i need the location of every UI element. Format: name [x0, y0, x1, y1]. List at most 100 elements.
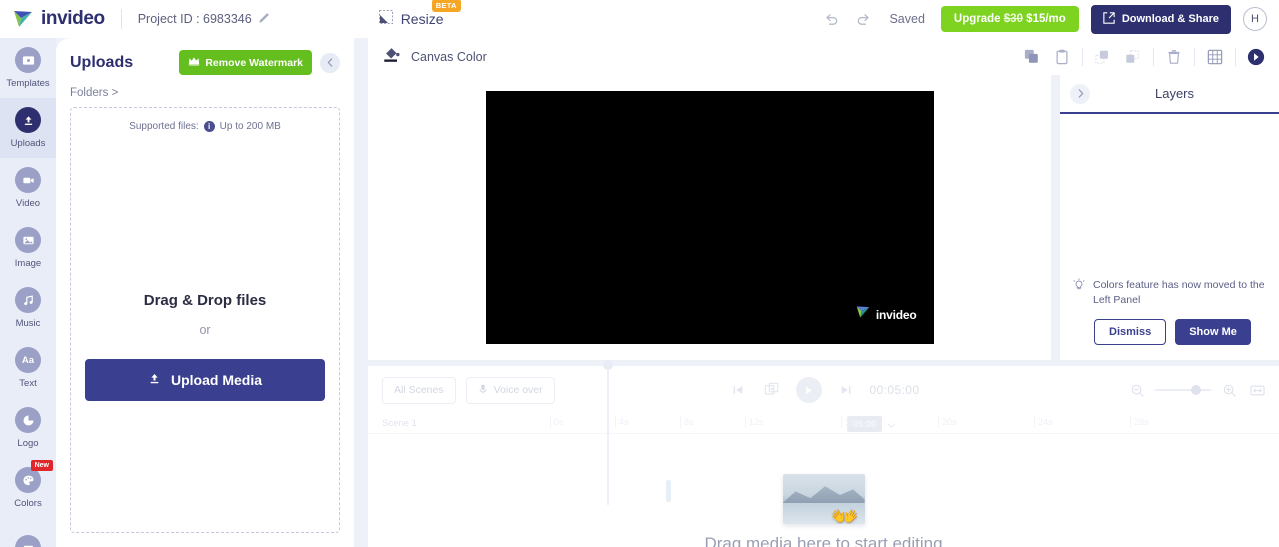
dropzone-center: Drag & Drop files or Upload Media — [71, 292, 339, 401]
canvas-color-control[interactable]: Canvas Color — [382, 44, 487, 69]
folders-label: Folders — [70, 87, 109, 99]
ruler-tick-bar — [680, 416, 681, 428]
zoom-in-icon[interactable] — [1219, 380, 1239, 400]
upload-dropzone[interactable]: Supported files: i Up to 200 MB Drag & D… — [70, 107, 340, 533]
sidebar-item-uploads[interactable]: Uploads — [0, 98, 56, 158]
layers-title: Layers — [1154, 86, 1195, 101]
chevron-right-icon: > — [111, 87, 119, 99]
brand-logo[interactable]: invideo — [12, 8, 105, 30]
sidebar-label-music: Music — [15, 318, 41, 329]
dismiss-button[interactable]: Dismiss — [1094, 319, 1167, 346]
external-link-icon — [1103, 11, 1115, 27]
logo-icon — [15, 407, 41, 433]
send-back-icon[interactable] — [1118, 42, 1148, 72]
resize-icon — [378, 9, 393, 29]
voice-over-button[interactable]: Voice over — [465, 376, 555, 404]
header-actions: Saved Upgrade $30 $15/mo Download & Shar… — [821, 4, 1267, 34]
sidebar-item-music[interactable]: Music — [0, 278, 56, 338]
redo-icon[interactable] — [853, 9, 873, 29]
beta-badge: BETA — [431, 0, 461, 12]
sidebar-item-colors[interactable]: New Colors — [0, 458, 56, 518]
fit-to-screen-icon[interactable] — [1247, 380, 1267, 400]
download-share-label: Download & Share — [1121, 13, 1219, 25]
chevron-left-icon[interactable] — [320, 52, 340, 73]
play-button[interactable] — [795, 377, 822, 403]
resize-control[interactable]: Resize BETA — [378, 0, 461, 29]
drag-hand-icon: 👐 — [831, 504, 859, 524]
ruler-tick-bar — [745, 416, 746, 428]
upgrade-button[interactable]: Upgrade $30 $15/mo — [940, 6, 1079, 32]
next-arrow-icon[interactable] — [1241, 42, 1271, 72]
ruler-tick-label: 24s — [1038, 417, 1053, 427]
copy-icon[interactable] — [1017, 42, 1047, 72]
avatar[interactable]: H — [1243, 7, 1267, 31]
sidebar-item-more[interactable] — [0, 518, 56, 547]
all-scenes-button[interactable]: All Scenes — [382, 376, 456, 404]
sidebar-label-text: Text — [19, 378, 37, 389]
sidebar-item-image[interactable]: Image — [0, 218, 56, 278]
timeline-ruler[interactable]: Scene 1 05:00 0s 4s 8s 12s 16s 20s 24s 2… — [368, 414, 1279, 434]
ruler-tick-label: 4s — [619, 417, 629, 427]
zoom-out-icon[interactable] — [1127, 380, 1147, 400]
colors-moved-notice: Colors feature has now moved to the Left… — [1072, 272, 1267, 308]
canvas-watermark: invideo — [855, 305, 917, 324]
undo-icon[interactable] — [821, 9, 841, 29]
timeline-drop-hint: 👐 Drag media here to start editing — [368, 474, 1279, 547]
sidebar-item-video[interactable]: Video — [0, 158, 56, 218]
canvas-color-label: Canvas Color — [411, 49, 487, 64]
templates-icon — [15, 47, 41, 73]
video-canvas[interactable]: invideo — [485, 91, 934, 344]
playhead-knob[interactable] — [603, 360, 613, 370]
or-label: or — [199, 323, 211, 337]
timeline-tracks[interactable]: 👐 Drag media here to start editing — [368, 360, 1279, 547]
timeline-left-controls: All Scenes Voice over — [382, 376, 555, 404]
layers-header: Layers — [1060, 75, 1279, 112]
more-icon — [15, 535, 41, 547]
zoom-slider[interactable] — [1155, 385, 1211, 395]
ruler-tick-label: 28s — [1134, 417, 1149, 427]
watermark-text: invideo — [875, 307, 917, 322]
sidebar-item-templates[interactable]: Templates — [0, 38, 56, 98]
layers-list[interactable] — [1060, 114, 1279, 264]
skip-prev-icon[interactable] — [728, 380, 748, 400]
ruler-tick-label: 0s — [554, 417, 564, 427]
timeline-zoom-controls — [1127, 380, 1267, 400]
split-scene-icon[interactable] — [762, 380, 782, 400]
skip-next-icon[interactable] — [836, 380, 856, 400]
upload-media-button[interactable]: Upload Media — [85, 359, 325, 401]
bring-front-icon[interactable] — [1088, 42, 1118, 72]
sidebar-label-uploads: Uploads — [10, 138, 46, 149]
info-icon[interactable]: i — [203, 121, 215, 132]
remove-watermark-label: Remove Watermark — [205, 56, 303, 69]
trash-icon[interactable] — [1159, 42, 1189, 72]
pencil-icon[interactable] — [259, 10, 271, 28]
remove-watermark-button[interactable]: Remove Watermark — [179, 50, 312, 75]
breadcrumb[interactable]: Folders > — [56, 81, 354, 107]
drop-hint-text: Drag media here to start editing — [704, 534, 943, 547]
ruler-tick-bar — [841, 416, 842, 428]
paste-icon[interactable] — [1047, 42, 1077, 72]
toolbar-divider-2 — [1153, 47, 1154, 66]
notice-actions: Dismiss Show Me — [1094, 319, 1279, 346]
sidebar-label-templates: Templates — [6, 78, 50, 89]
grid-icon[interactable] — [1200, 42, 1230, 72]
app-header: invideo Project ID : 6983346 Resize BETA — [0, 0, 1279, 38]
upload-icon — [148, 372, 161, 388]
canvas-stage: invideo — [368, 75, 1051, 360]
show-me-button[interactable]: Show Me — [1175, 319, 1251, 346]
invideo-logo-icon — [855, 305, 871, 324]
music-note-icon — [15, 287, 41, 313]
download-share-button[interactable]: Download & Share — [1090, 4, 1231, 34]
chevron-right-icon[interactable] — [1070, 83, 1090, 104]
supported-files-note: Supported files: i Up to 200 MB — [129, 121, 281, 132]
current-time: 00:05:00 — [869, 383, 920, 397]
zoom-slider-knob[interactable] — [1191, 385, 1201, 395]
microphone-icon — [478, 384, 488, 397]
invideo-logo-icon — [12, 9, 34, 29]
sidebar-item-logo[interactable]: Logo — [0, 398, 56, 458]
ruler-tick-bar — [615, 416, 616, 428]
sidebar-item-text[interactable]: Aa Text — [0, 338, 56, 398]
sidebar-label-colors: Colors — [14, 498, 42, 509]
upgrade-new-price: $15/mo — [1026, 13, 1066, 25]
ruler-tick-bar — [938, 416, 939, 428]
